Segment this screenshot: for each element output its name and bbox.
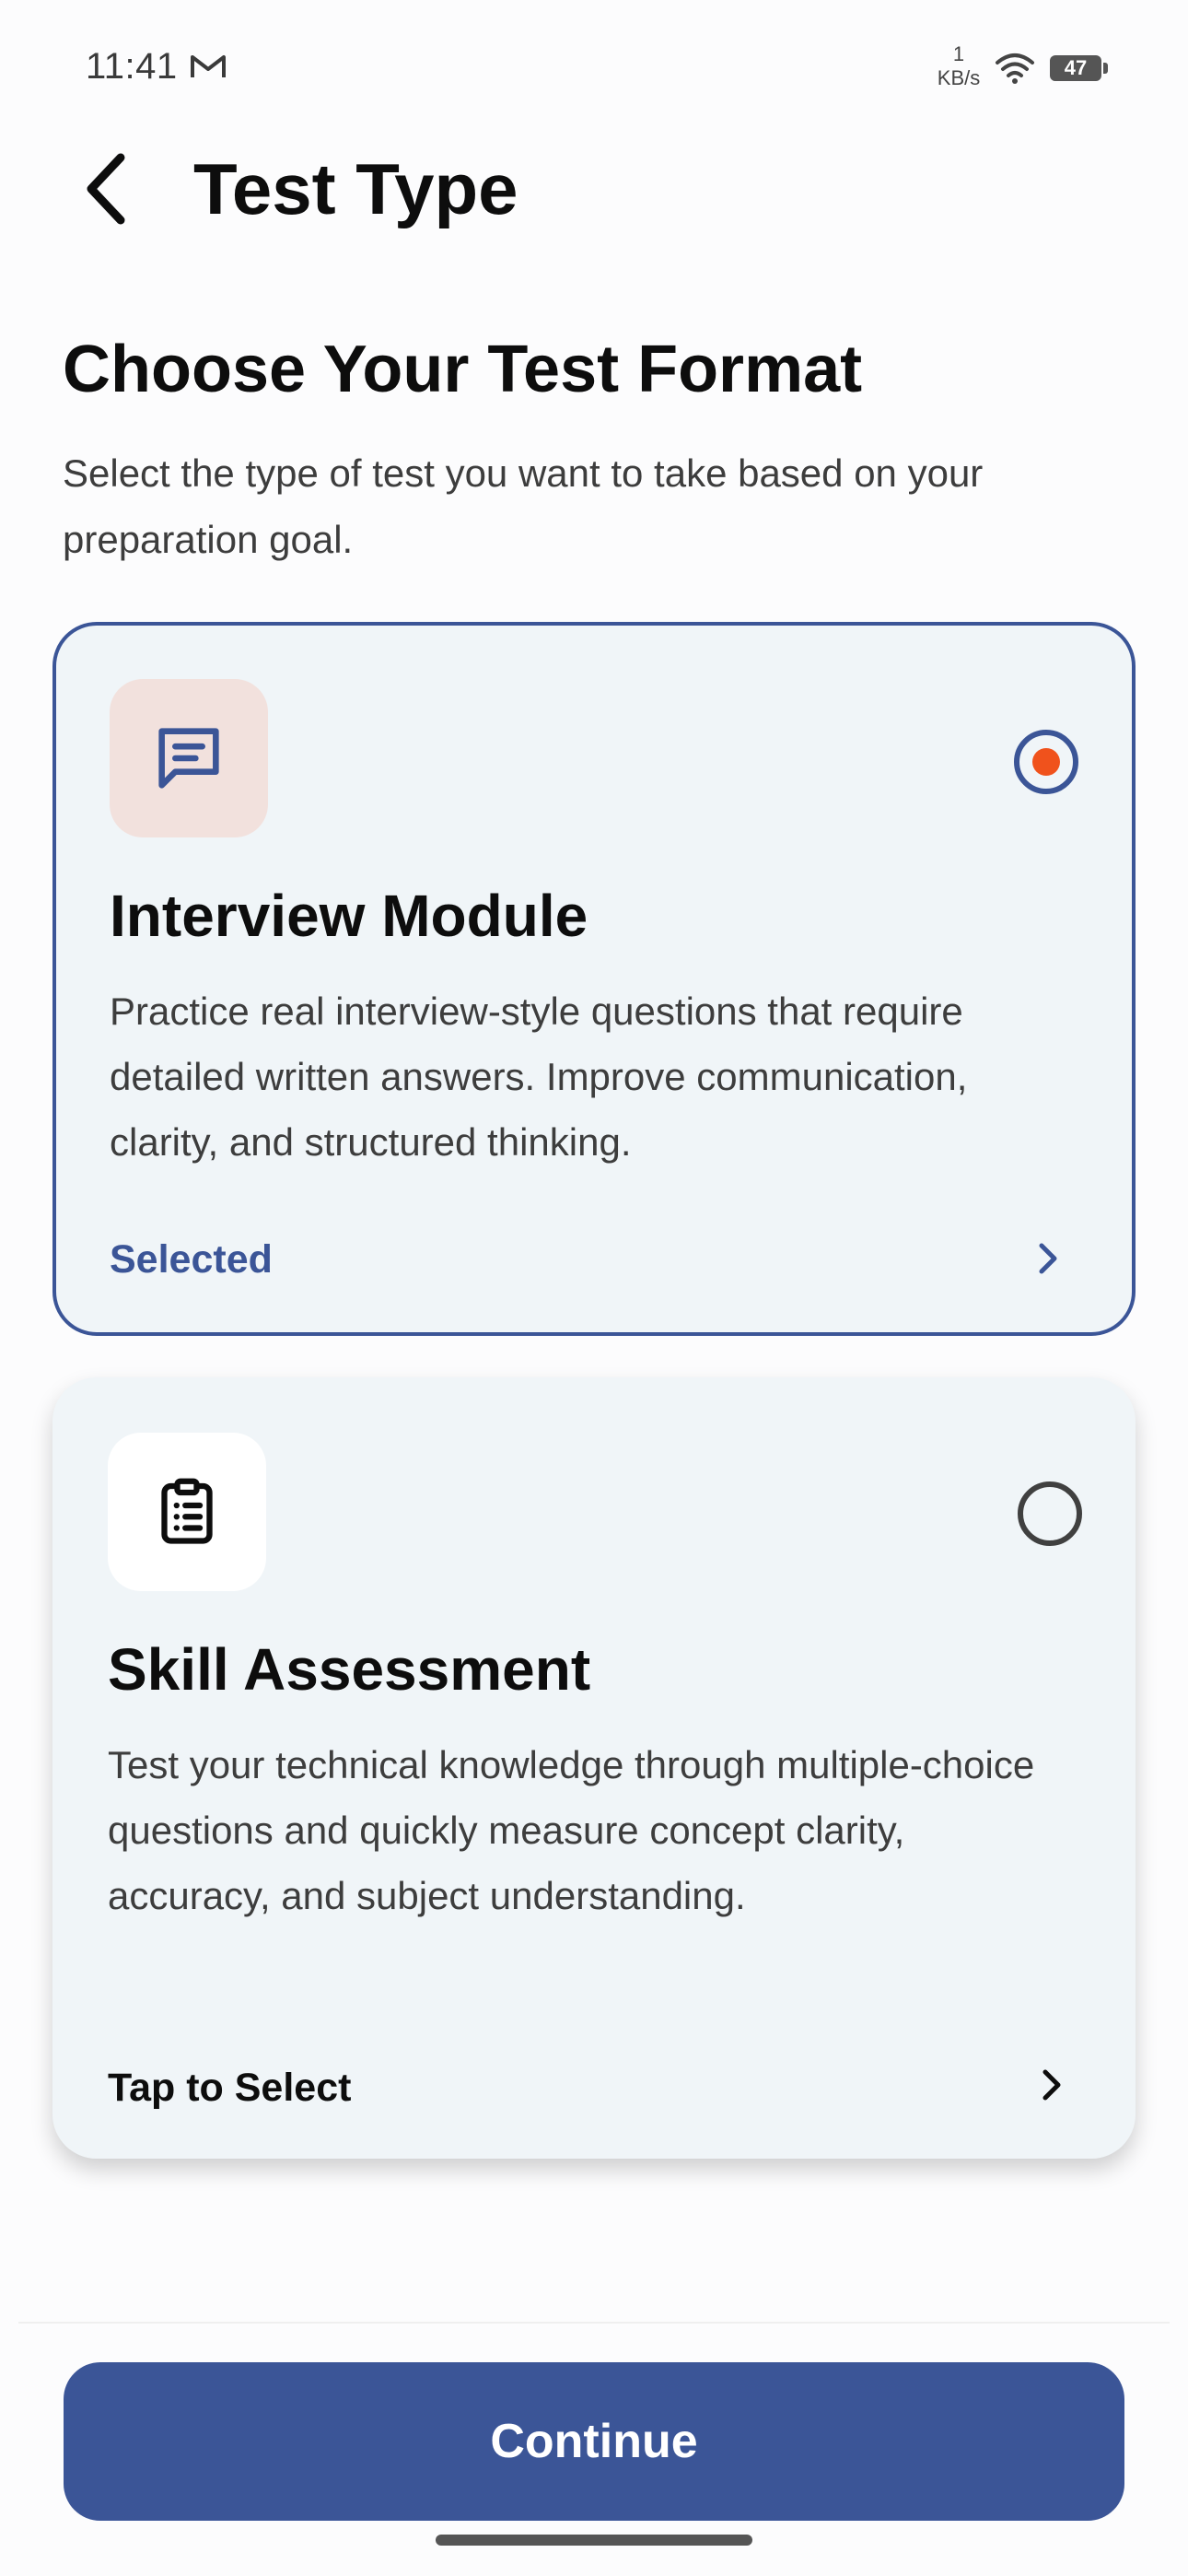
radio-button-selected[interactable] — [1014, 730, 1078, 794]
clipboard-list-icon — [161, 1478, 213, 1544]
wifi-icon — [996, 53, 1034, 84]
option-icon-container — [108, 1433, 266, 1591]
chevron-right-icon — [1039, 1243, 1057, 1274]
message-square-text-icon — [158, 728, 219, 789]
home-indicator[interactable] — [436, 2535, 752, 2546]
option-description: Test your technical knowledge through mu… — [108, 1743, 1035, 1917]
screen: 11:41 1 KB/s 47 Test Type Choose Your Te… — [0, 0, 1188, 2576]
gmail-icon — [191, 55, 226, 77]
network-speed-value: 1 — [952, 42, 965, 65]
page-title: Test Type — [193, 148, 518, 229]
network-speed-unit: KB/s — [937, 66, 981, 89]
section-title: Choose Your Test Format — [63, 333, 863, 406]
radio-button-unselected[interactable] — [1018, 1481, 1082, 1546]
option-status-label: Tap to Select — [108, 2066, 352, 2110]
option-card-skill-assessment[interactable]: Skill Assessment Test your technical kno… — [52, 1377, 1136, 2159]
continue-button[interactable]: Continue — [64, 2362, 1124, 2521]
chevron-left-icon — [87, 153, 125, 225]
option-card-interview-module[interactable]: Interview Module Practice real interview… — [52, 622, 1136, 1336]
status-bar: 11:41 1 KB/s 47 — [0, 0, 1188, 138]
option-status-label: Selected — [110, 1237, 273, 1282]
bottom-divider — [18, 2322, 1170, 2324]
chevron-right-icon — [1042, 2069, 1061, 2101]
option-title: Skill Assessment — [108, 1636, 591, 1703]
section-subtitle: Select the type of test you want to take… — [63, 451, 984, 561]
option-icon-container — [110, 679, 268, 837]
back-button[interactable] — [64, 143, 147, 235]
option-title: Interview Module — [110, 883, 588, 949]
option-description: Practice real interview-style questions … — [110, 989, 968, 1164]
network-speed: 1 KB/s — [930, 44, 987, 88]
battery-icon: 47 — [1050, 55, 1108, 81]
status-time: 11:41 — [86, 46, 178, 87]
